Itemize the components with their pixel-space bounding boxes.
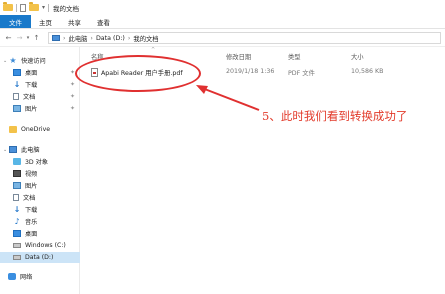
- sidebar-item-network[interactable]: 网络: [0, 271, 80, 282]
- sidebar-item-pc-desktop[interactable]: 桌面: [0, 228, 80, 239]
- expand-arrow-icon[interactable]: ⌄: [3, 147, 8, 153]
- properties-icon[interactable]: [20, 3, 26, 12]
- sidebar-item-label: Windows (C:): [25, 242, 66, 249]
- breadcrumb-data-drive[interactable]: Data (D:): [96, 35, 125, 42]
- file-type: PDF 文件: [288, 70, 315, 77]
- column-header-size[interactable]: 大小: [351, 52, 364, 61]
- sidebar-item-label: OneDrive: [21, 126, 51, 133]
- column-header-type[interactable]: 类型: [288, 52, 301, 61]
- sidebar-item-pc-downloads[interactable]: ↓ 下载: [0, 204, 80, 215]
- sidebar-item-3d-objects[interactable]: 3D 对象: [0, 156, 80, 167]
- sidebar-item-desktop[interactable]: 桌面 ✦: [0, 67, 80, 78]
- file-size: 10,586 KB: [351, 68, 384, 75]
- download-icon: ↓: [13, 80, 21, 89]
- folder-icon: [9, 126, 17, 133]
- toolbar-divider: [48, 3, 50, 12]
- sidebar-item-videos[interactable]: 视频: [0, 168, 80, 179]
- sidebar-item-label: 网络: [20, 274, 33, 281]
- folder-icon: [3, 2, 13, 11]
- breadcrumb-separator-icon: ›: [127, 34, 131, 42]
- sidebar-item-label: 图片: [25, 106, 38, 113]
- desktop-icon: [13, 69, 21, 76]
- document-icon: [13, 93, 19, 100]
- pin-icon: ✦: [69, 105, 75, 112]
- sidebar-item-pc-pictures[interactable]: 图片: [0, 180, 80, 191]
- tab-share[interactable]: 共享: [60, 15, 89, 28]
- breadcrumb-separator-icon: ›: [63, 34, 66, 42]
- sort-arrow-icon: ^: [151, 47, 156, 53]
- sidebar-item-label: 快速访问: [21, 58, 46, 65]
- breadcrumb-my-documents[interactable]: 我的文档: [133, 34, 158, 43]
- tab-home[interactable]: 主页: [31, 15, 60, 28]
- drive-icon: [13, 255, 21, 260]
- quick-access-toolbar: ▾: [0, 2, 50, 12]
- annotation-text: 5、此时我们看到转换成功了: [262, 109, 408, 123]
- download-icon: ↓: [13, 205, 21, 214]
- navigation-pane: ⌄ ★ 快速访问 桌面 ✦ ↓ 下载 ✦ 文档 ✦ 图片 ✦ OneDrive …: [0, 47, 80, 294]
- sidebar-item-pictures[interactable]: 图片 ✦: [0, 103, 80, 114]
- computer-icon: [9, 146, 17, 153]
- up-arrow-icon[interactable]: ↑: [31, 34, 42, 42]
- sidebar-item-pc-documents[interactable]: 文档: [0, 192, 80, 203]
- forward-arrow-icon[interactable]: →: [14, 34, 25, 42]
- sidebar-item-label: Data (D:): [25, 254, 54, 261]
- video-icon: [13, 170, 21, 177]
- tab-view[interactable]: 查看: [89, 15, 118, 28]
- drive-icon: [13, 243, 21, 248]
- star-icon: ★: [9, 56, 17, 65]
- highlight-ellipse: [75, 55, 201, 92]
- picture-icon: [13, 105, 21, 112]
- sidebar-item-label: 桌面: [25, 231, 38, 238]
- expand-arrow-icon[interactable]: ⌄: [3, 58, 8, 64]
- desktop-icon: [13, 230, 21, 237]
- sidebar-item-label: 桌面: [25, 70, 38, 77]
- cube-icon: [13, 158, 21, 165]
- sidebar-item-label: 3D 对象: [25, 159, 49, 166]
- sidebar-item-label: 音乐: [25, 219, 38, 226]
- navigation-bar: ← → ▾ ↑ › 此电脑 › Data (D:) › 我的文档: [0, 30, 445, 47]
- sidebar-item-documents[interactable]: 文档 ✦: [0, 91, 80, 102]
- sidebar-item-data-drive[interactable]: Data (D:): [0, 252, 80, 263]
- sidebar-item-music[interactable]: ♪ 音乐: [0, 216, 80, 227]
- sidebar-item-label: 图片: [25, 183, 38, 190]
- sidebar-item-label: 此电脑: [21, 147, 40, 154]
- sidebar-item-label: 视频: [25, 171, 38, 178]
- toolbar-divider: [16, 3, 17, 12]
- sidebar-item-label: 下载: [25, 82, 38, 89]
- column-header-modified[interactable]: 修改日期: [226, 52, 251, 61]
- pin-icon: ✦: [69, 93, 75, 100]
- breadcrumb-this-pc[interactable]: 此电脑: [69, 34, 88, 43]
- picture-icon: [13, 182, 21, 189]
- sidebar-item-this-pc[interactable]: ⌄ 此电脑: [0, 144, 80, 155]
- sidebar-item-quick-access[interactable]: ⌄ ★ 快速访问: [0, 55, 80, 66]
- sidebar-item-onedrive[interactable]: OneDrive: [0, 124, 80, 135]
- pin-icon: ✦: [69, 81, 75, 88]
- title-bar: ▾ 我的文档: [0, 0, 445, 15]
- document-icon: [13, 194, 19, 201]
- music-note-icon: ♪: [14, 217, 20, 226]
- new-folder-icon[interactable]: [29, 2, 39, 11]
- sidebar-item-label: 文档: [23, 195, 36, 202]
- customize-toolbar-icon[interactable]: ▾: [42, 4, 45, 11]
- tab-file[interactable]: 文件: [0, 15, 31, 28]
- sidebar-item-label: 文档: [23, 94, 36, 101]
- window-title: 我的文档: [53, 4, 80, 13]
- computer-icon: [52, 35, 60, 41]
- address-bar[interactable]: › 此电脑 › Data (D:) › 我的文档: [48, 32, 441, 44]
- sidebar-item-downloads[interactable]: ↓ 下载 ✦: [0, 79, 80, 90]
- sidebar-item-windows-drive[interactable]: Windows (C:): [0, 240, 80, 251]
- network-icon: [8, 273, 16, 280]
- sidebar-item-label: 下载: [25, 207, 38, 214]
- file-modified: 2019/1/18 1:36: [226, 68, 275, 75]
- breadcrumb-separator-icon: ›: [90, 34, 93, 42]
- ribbon-tabs: 文件 主页 共享 查看: [0, 15, 445, 29]
- back-arrow-icon[interactable]: ←: [3, 34, 14, 42]
